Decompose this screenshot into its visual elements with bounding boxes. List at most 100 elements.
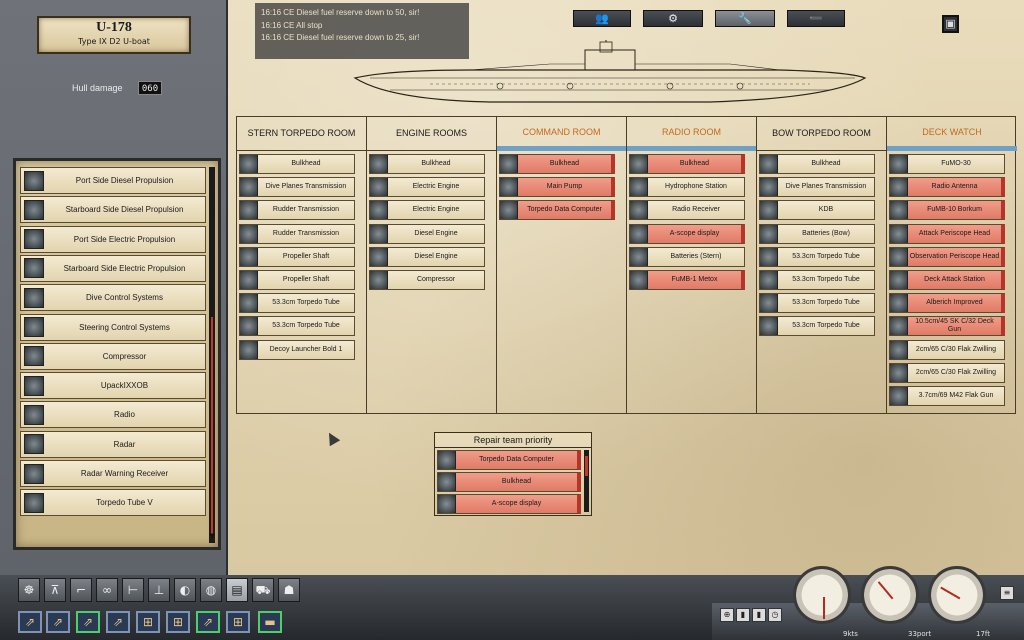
compartment-item[interactable]: Rudder Transmission: [239, 223, 355, 244]
compartment-item[interactable]: Bulkhead: [369, 154, 485, 174]
system-icon: [24, 492, 44, 513]
compartment-item[interactable]: 53.3cm Torpedo Tube: [759, 293, 875, 314]
tab-repair[interactable]: 🔧: [715, 10, 775, 27]
menu-icon[interactable]: ≡: [1000, 586, 1014, 600]
compartment-item[interactable]: Batteries (Stern): [629, 246, 745, 267]
camera-icon[interactable]: ⛟: [252, 578, 274, 602]
compartment-item[interactable]: Dive Planes Transmission: [759, 177, 875, 198]
compartment-item[interactable]: Electric Engine: [369, 200, 485, 221]
hydrophone-icon[interactable]: ◍: [200, 578, 222, 602]
compartment-item[interactable]: KDB: [759, 200, 875, 221]
time-compression-icon[interactable]: ◷: [768, 608, 782, 622]
compartment-item[interactable]: 53.3cm Torpedo Tube: [239, 293, 355, 314]
compartment-item[interactable]: Radio Antenna: [889, 177, 1005, 198]
periscope-icon[interactable]: ⌐: [70, 578, 92, 602]
scroll-down-icon[interactable]: ▼: [210, 532, 215, 540]
compartment-item[interactable]: Alberich Improved: [889, 293, 1005, 314]
compartment-item[interactable]: Observation Periscope Head: [889, 246, 1005, 267]
system-item[interactable]: Port Side Electric Propulsion: [20, 225, 206, 253]
compartment-item[interactable]: 53.3cm Torpedo Tube: [759, 246, 875, 267]
repair-priority-scrollbar[interactable]: [584, 450, 589, 512]
equipment-label: Propeller Shaft: [282, 276, 330, 283]
tab-crew[interactable]: 👥: [573, 10, 631, 27]
system-label: Port Side Electric Propulsion: [73, 234, 176, 244]
system-item[interactable]: Port Side Diesel Propulsion: [20, 167, 206, 194]
order-icon[interactable]: ⇗: [46, 611, 70, 633]
system-item[interactable]: Radio: [20, 401, 206, 429]
compartment-item[interactable]: 10.5cm/45 SK C/32 Deck Gun: [889, 316, 1005, 337]
system-item[interactable]: Torpedo Tube V: [20, 489, 206, 517]
system-item[interactable]: Compressor: [20, 342, 206, 370]
compartment-title: STERN TORPEDO ROOM: [237, 117, 366, 151]
compartment-item[interactable]: Bulkhead: [239, 154, 355, 174]
compartment-item[interactable]: Bulkhead: [759, 154, 875, 174]
compartment-item[interactable]: 53.3cm Torpedo Tube: [759, 270, 875, 290]
binoculars-icon[interactable]: ∞: [96, 578, 118, 602]
compartment-item[interactable]: 53.3cm Torpedo Tube: [239, 316, 355, 337]
system-item[interactable]: UpackIXXOB: [20, 372, 206, 400]
compartment-item[interactable]: Diesel Engine: [369, 246, 485, 267]
compartment-item[interactable]: 2cm/65 C/30 Flak Zwilling: [889, 339, 1005, 360]
helm-icon[interactable]: ☸: [18, 578, 40, 602]
navigation-icon[interactable]: ⊼: [44, 578, 66, 602]
compartment-item[interactable]: FuMB-10 Borkum: [889, 200, 1005, 221]
save-icon[interactable]: ▣: [942, 15, 959, 33]
order-icon[interactable]: ⊞: [136, 611, 160, 633]
compartment-item[interactable]: Decoy Launcher Bold 1: [239, 339, 355, 360]
repair-priority-item[interactable]: Torpedo Data Computer: [437, 450, 581, 470]
compartment-item[interactable]: 53.3cm Torpedo Tube: [759, 316, 875, 337]
speed-icon[interactable]: ⊕: [720, 608, 734, 622]
depth-icon[interactable]: ▮: [736, 608, 750, 622]
order-icon[interactable]: ⊞: [226, 611, 250, 633]
system-item[interactable]: Starboard Side Electric Propulsion: [20, 254, 206, 282]
compartment-item[interactable]: Dive Planes Transmission: [239, 177, 355, 198]
compartment-item[interactable]: Propeller Shaft: [239, 246, 355, 267]
compartment-item[interactable]: Propeller Shaft: [239, 270, 355, 290]
compartment-item[interactable]: A-scope display: [629, 223, 745, 244]
damage-report-icon[interactable]: ▤: [226, 578, 248, 602]
order-icon[interactable]: ⇗: [76, 611, 100, 633]
compartment-item[interactable]: Bulkhead: [629, 154, 745, 174]
compartment-item[interactable]: Radio Receiver: [629, 200, 745, 221]
repair-priority-item[interactable]: Bulkhead: [437, 472, 581, 492]
compartment-item[interactable]: Diesel Engine: [369, 223, 485, 244]
system-icon: [24, 317, 44, 337]
compartment-item[interactable]: FuMB-1 Metox: [629, 270, 745, 290]
system-label: UpackIXXOB: [100, 381, 149, 391]
system-item[interactable]: Dive Control Systems: [20, 284, 206, 312]
repair-priority-item[interactable]: A-scope display: [437, 494, 581, 514]
systems-scrollbar[interactable]: [209, 167, 215, 543]
tab-torpedo[interactable]: ➖: [787, 10, 845, 27]
compartment-item[interactable]: 2cm/65 C/30 Flak Zwilling: [889, 362, 1005, 383]
battery-icon[interactable]: ▮: [752, 608, 766, 622]
system-label: Radar Warning Receiver: [80, 469, 169, 478]
compartment-item[interactable]: Attack Periscope Head: [889, 223, 1005, 244]
crew-member-icon[interactable]: ☗: [278, 578, 300, 602]
system-item[interactable]: Radar Warning Receiver: [20, 460, 206, 487]
order-icon[interactable]: ▬: [258, 611, 282, 633]
compartment-item[interactable]: Hydrophone Station: [629, 177, 745, 198]
compartment-item[interactable]: Electric Engine: [369, 177, 485, 198]
compartment-column: RADIO ROOM Bulkhead Hydrophone Station Radi…: [627, 117, 757, 413]
compartment-item[interactable]: Batteries (Bow): [759, 223, 875, 244]
system-item[interactable]: Radar: [20, 430, 206, 458]
tab-gears[interactable]: ⚙: [643, 10, 703, 27]
compartment-item[interactable]: Main Pump: [499, 177, 615, 198]
equipment-label: Observation Periscope Head: [909, 252, 1000, 260]
compartment-item[interactable]: Bulkhead: [499, 154, 615, 174]
order-icon[interactable]: ⇗: [106, 611, 130, 633]
compartment-item[interactable]: Deck Attack Station: [889, 270, 1005, 290]
order-icon[interactable]: ⇗: [18, 611, 42, 633]
radio-icon[interactable]: ◐: [174, 578, 196, 602]
order-icon[interactable]: ⇗: [196, 611, 220, 633]
compartment-item[interactable]: FuMO-30: [889, 154, 1005, 174]
flak-icon[interactable]: ⊥: [148, 578, 170, 602]
system-item[interactable]: Steering Control Systems: [20, 313, 206, 341]
compartment-item[interactable]: Compressor: [369, 270, 485, 290]
compartment-item[interactable]: Torpedo Data Computer: [499, 200, 615, 221]
order-icon[interactable]: ⊞: [166, 611, 190, 633]
system-item[interactable]: Starboard Side Diesel Propulsion: [20, 196, 206, 224]
compartment-item[interactable]: Rudder Transmission: [239, 200, 355, 221]
deck-gun-icon[interactable]: ⊢: [122, 578, 144, 602]
compartment-item[interactable]: 3.7cm/69 M42 Flak Gun: [889, 386, 1005, 406]
